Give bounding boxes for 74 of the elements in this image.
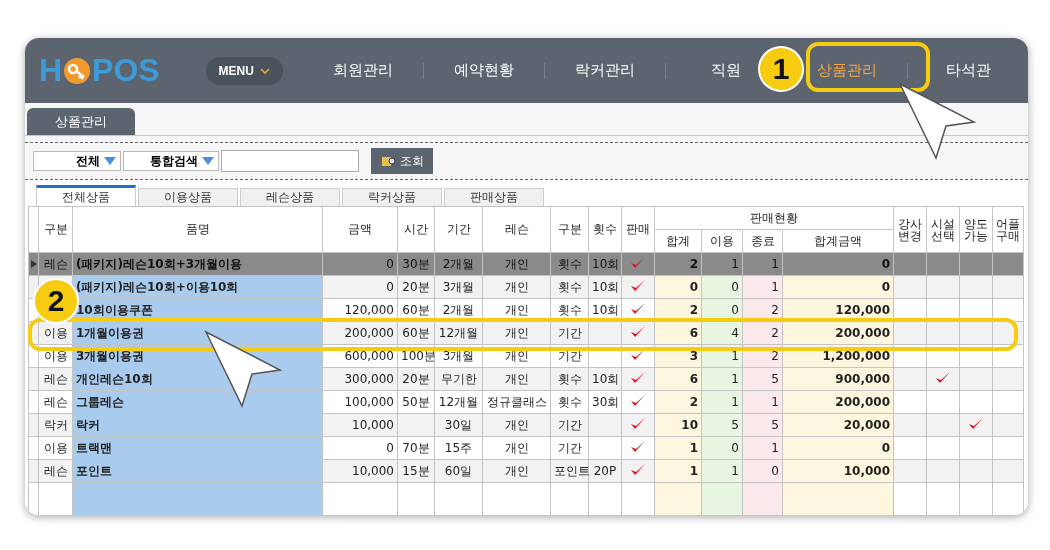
column-header: 구분 (550, 206, 589, 253)
product-tab[interactable]: 레슨상품 (240, 188, 340, 206)
column-header: 합계금액 (782, 229, 894, 253)
column-header: 판매현황 (654, 206, 894, 230)
column-header: 양도가능 (959, 206, 993, 253)
table-cell: 900,000 (782, 367, 894, 391)
table-cell: 0 (322, 436, 398, 460)
table-row[interactable]: 레슨 개인레슨10회 300,000 20분 무기한 개인 횟수 10회 6 1 5 900,000 (28, 367, 1024, 391)
column-header: 어플구매 (992, 206, 1024, 253)
filter-dropdown[interactable]: 전체 (33, 151, 121, 171)
table-cell: 레슨 (38, 390, 73, 414)
table-cell: (패키지)레슨10회+이용10회 (72, 275, 323, 299)
nav-tab[interactable]: 직원 (711, 55, 741, 86)
table-cell: 0 (782, 436, 894, 460)
logo-text: H (39, 52, 63, 89)
table-cell: 12개월 (434, 390, 483, 414)
logo-text: POS (92, 52, 160, 89)
table-cell: 트랙맨 (72, 436, 323, 460)
table-cell: 15주 (434, 436, 483, 460)
table-cell: (패키지)레슨10회+3개월이용 (72, 252, 323, 276)
column-header: 강사변경 (893, 206, 927, 253)
table-cell: 이용 (38, 436, 73, 460)
product-tab[interactable]: 락커상품 (342, 188, 442, 206)
menu-button[interactable]: MENU (205, 56, 283, 85)
column-header: 시설선택 (926, 206, 960, 253)
product-tab[interactable]: 전체상품 (36, 185, 136, 206)
column-header: 시간 (397, 206, 435, 253)
table-cell: 50분 (397, 390, 435, 414)
table-cell: 200,000 (782, 390, 894, 414)
table-cell: 20,000 (782, 413, 894, 437)
table-cell: 70분 (397, 436, 435, 460)
table-cell: 이용 (38, 321, 73, 345)
table-row[interactable]: 락커 락커 10,000 30일 개인 기간 10 5 5 20,000 (28, 413, 1024, 437)
caret-icon (104, 157, 116, 165)
table-cell: 0 (782, 275, 894, 299)
table-cell: 기간 (550, 436, 589, 460)
nav-tab[interactable]: 락커관리 (575, 55, 635, 86)
table-cell: 200,000 (782, 321, 894, 345)
column-header: 금액 (322, 206, 398, 253)
table-cell: 포인트 (72, 459, 323, 483)
product-tab[interactable]: 이용상품 (138, 188, 238, 206)
table-cell: 정규클래스 (482, 390, 551, 414)
table-row[interactable]: 레슨 포인트 10,000 15분 60일 개인 포인트 20P 1 1 0 10,000 (28, 459, 1024, 483)
table-row[interactable]: 이용 트랙맨 0 70분 15주 개인 기간 1 0 1 0 (28, 436, 1024, 460)
chevron-down-icon (259, 67, 270, 74)
column-header: 품명 (72, 206, 323, 253)
column-header: 기간 (434, 206, 483, 253)
product-tab[interactable]: 판매상품 (444, 188, 544, 206)
table-row[interactable]: 이용 1개월이용권 200,000 60분 12개월 개인 기간 6 4 2 200,000 (28, 321, 1024, 345)
table-cell: 개인 (482, 436, 551, 460)
key-icon (62, 55, 93, 86)
nav-tab[interactable]: 회원관리 (333, 55, 393, 86)
table-row[interactable]: 레슨 (패키지)레슨10회+3개월이용 0 30분 2개월 개인 횟수 10회 2 1 1 0 (28, 252, 1024, 276)
table-row[interactable]: 이용 3개월이용권 600,000 100분 3개월 개인 기간 3 1 2 1,200,000 (28, 344, 1024, 368)
table-cell: 100,000 (322, 390, 398, 414)
column-header: 횟수 (588, 206, 622, 253)
table-row[interactable]: 레슨 그룹레슨 100,000 50분 12개월 정규클래스 횟수 30회 2 1 1 200,000 (28, 390, 1024, 414)
nav-tab[interactable]: 예약현황 (454, 55, 514, 86)
table-cell: 0 (782, 252, 894, 276)
scope-dropdown[interactable]: 통합검색 (123, 151, 219, 171)
cursor-icon (204, 330, 284, 410)
table-cell: 30회 (588, 390, 622, 414)
nav-tab[interactable]: 타석관 (945, 55, 991, 86)
column-header: 구분 (38, 206, 73, 253)
search-button[interactable]: 조회 (371, 148, 433, 174)
table-cell: 횟수 (550, 390, 589, 414)
caret-icon (202, 157, 214, 165)
search-field[interactable] (221, 150, 359, 172)
table-cell: 락커 (72, 413, 323, 437)
column-header: 레슨 (482, 206, 551, 253)
page-tab[interactable]: 상품관리 (27, 108, 135, 135)
table-cell: 10,000 (782, 459, 894, 483)
column-header: 판매 (621, 206, 655, 253)
triangle-right-icon (30, 260, 37, 268)
